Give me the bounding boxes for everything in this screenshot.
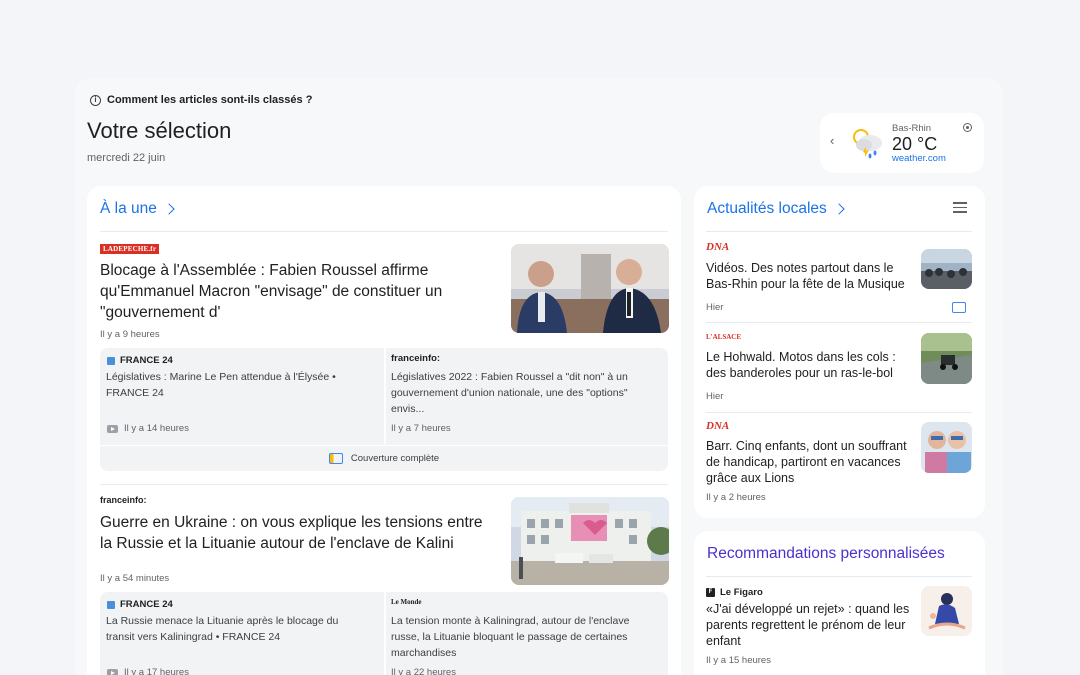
related-article[interactable]: La tension monte à Kaliningrad, autour d… [391, 613, 656, 661]
ranking-info-label: Comment les articles sont-ils classés ? [107, 94, 313, 106]
le-figaro-icon: F [706, 588, 715, 597]
local-thumbnail[interactable] [921, 249, 972, 289]
related-time: Il y a 17 heures [107, 667, 189, 675]
recommended-time: Il y a 15 heures [706, 655, 771, 666]
related-time: Il y a 14 heures [107, 423, 189, 434]
full-coverage-button[interactable]: Couverture complète [100, 445, 668, 471]
story-headline[interactable]: Blocage à l'Assemblée : Fabien Roussel a… [100, 260, 485, 323]
top-stories-label: À la une [100, 200, 157, 217]
source-logo: L'ALSACE [706, 333, 742, 341]
related-source: franceinfo: [391, 353, 441, 364]
related-article[interactable]: Législatives : Marine Le Pen attendue à … [106, 369, 366, 401]
local-article[interactable]: Le Hohwald. Motos dans les cols : des ba… [706, 349, 916, 381]
politicians-photo [511, 244, 669, 333]
divider [100, 484, 668, 485]
top-stories-title[interactable]: À la une [100, 200, 175, 218]
local-article[interactable]: Vidéos. Des notes partout dans le Bas-Rh… [706, 260, 916, 292]
local-time: Il y a 2 heures [706, 492, 766, 503]
weather-location: Bas-Rhin [892, 123, 932, 134]
related-coverage-box: FRANCE 24 La Russie menace la Lituanie a… [100, 592, 668, 675]
info-icon: i [90, 94, 101, 106]
france24-icon [107, 600, 115, 609]
weather-temperature: 20 °C [892, 134, 938, 154]
divider [706, 231, 972, 232]
local-time: Hier [706, 302, 724, 313]
france24-icon [107, 356, 115, 365]
source-logo: F Le Figaro [706, 587, 763, 598]
filter-settings-icon[interactable] [953, 202, 967, 214]
divider [384, 592, 386, 675]
source-logo: DNA [706, 241, 730, 253]
weather-widget[interactable]: ‹ Bas-Rhin 20 °C weather.com [820, 113, 984, 173]
source-logo: franceinfo: [100, 495, 147, 505]
recommended-thumbnail[interactable] [921, 586, 972, 636]
story-thumbnail[interactable] [511, 497, 669, 585]
sun-cloud-rain-icon [853, 129, 882, 159]
video-icon [107, 668, 118, 675]
recommended-article[interactable]: «J'ai développé un rejet» : quand les pa… [706, 601, 914, 649]
motorcycle-photo [921, 333, 972, 384]
ranking-info-link[interactable]: i Comment les articles sont-ils classés … [90, 94, 312, 106]
video-badge-icon [952, 302, 966, 313]
related-article[interactable]: Législatives 2022 : Fabien Roussel a "di… [391, 369, 656, 417]
related-article[interactable]: La Russie menace la Lituanie après le bl… [106, 613, 366, 645]
local-thumbnail[interactable] [921, 333, 972, 384]
page-title: Votre sélection [87, 118, 232, 143]
video-icon [107, 424, 118, 433]
recommendations-title[interactable]: Recommandations personnalisées [707, 545, 945, 563]
full-coverage-icon [328, 453, 343, 464]
illustration-photo [921, 586, 972, 636]
local-thumbnail[interactable] [921, 422, 972, 473]
related-coverage-box: FRANCE 24 Législatives : Marine Le Pen a… [100, 348, 668, 471]
top-stories-card: À la une LADEPECHE.fr Blocage à l'Assemb… [87, 186, 681, 675]
location-pin-icon[interactable] [963, 123, 972, 132]
source-logo: LADEPECHE.fr [100, 244, 160, 254]
story-time: Il y a 9 heures [100, 329, 160, 340]
weather-source-link[interactable]: weather.com [892, 153, 946, 164]
page-date: mercredi 22 juin [87, 152, 166, 164]
related-source: Le Monde [391, 598, 422, 606]
chevron-right-icon [833, 203, 845, 215]
story-headline[interactable]: Guerre en Ukraine : on vous explique les… [100, 512, 495, 554]
local-news-card: Actualités locales DNA Vidéos. Des notes… [694, 186, 985, 518]
building-photo [511, 497, 669, 585]
children-photo [921, 422, 972, 473]
local-article[interactable]: Barr. Cinq enfants, dont un souffrant de… [706, 438, 911, 486]
divider [706, 412, 972, 413]
divider [706, 576, 972, 577]
story-time: Il y a 54 minutes [100, 573, 170, 584]
divider [384, 348, 386, 444]
divider [706, 322, 972, 323]
divider [100, 231, 668, 232]
chevron-right-icon [163, 203, 175, 215]
story-thumbnail[interactable] [511, 244, 669, 333]
related-source: FRANCE 24 [107, 355, 173, 366]
related-time: Il y a 7 heures [391, 423, 451, 434]
local-news-label: Actualités locales [707, 200, 827, 217]
crowd-photo [921, 249, 972, 289]
related-source: FRANCE 24 [107, 599, 173, 610]
related-time: Il y a 22 heures [391, 667, 456, 675]
local-time: Hier [706, 391, 724, 402]
full-coverage-label: Couverture complète [350, 453, 440, 464]
source-logo: DNA [706, 420, 730, 432]
local-news-title[interactable]: Actualités locales [707, 200, 845, 218]
recommendations-card: Recommandations personnalisées F Le Figar… [694, 531, 985, 675]
chevron-left-icon[interactable]: ‹ [830, 133, 834, 148]
